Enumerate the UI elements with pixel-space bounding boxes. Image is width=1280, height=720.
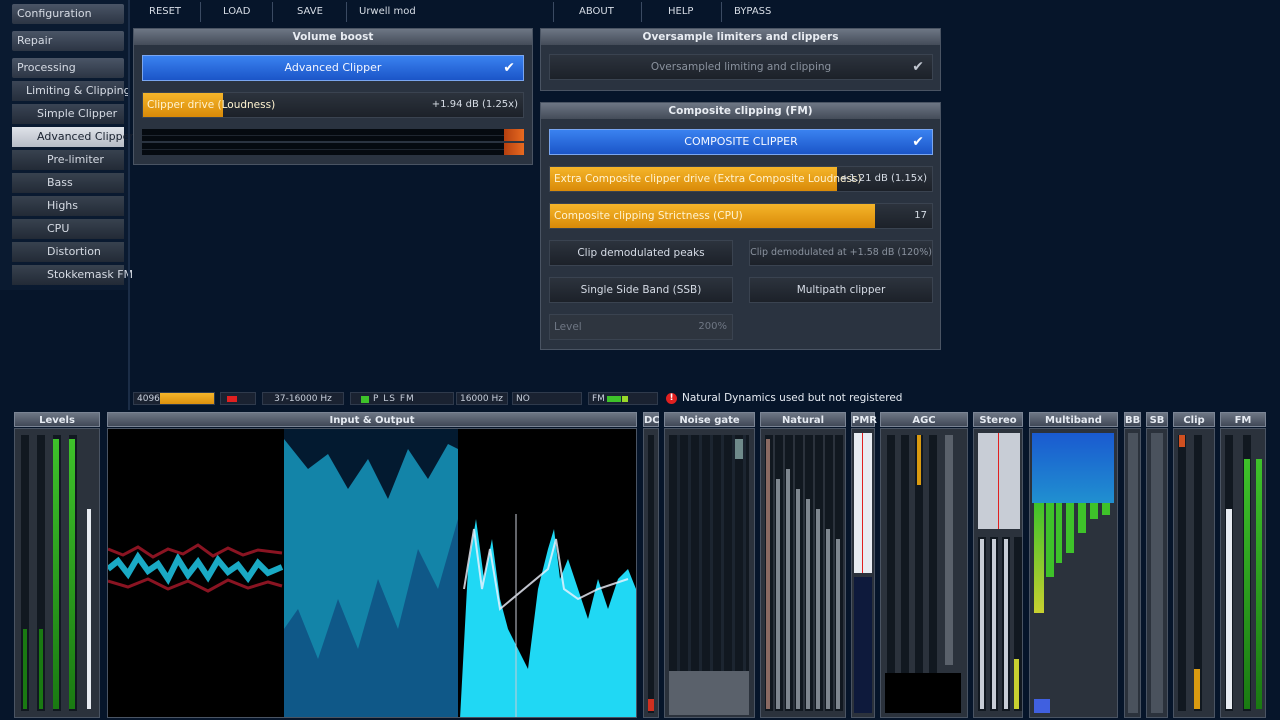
fm-label: FM bbox=[592, 394, 605, 404]
checkmark-icon: ✔ bbox=[912, 59, 924, 75]
noise-gate-title: Noise gate bbox=[664, 412, 755, 427]
multipath-clipper-button[interactable]: Multipath clipper bbox=[749, 277, 933, 303]
composite-clipping-title: Composite clipping (FM) bbox=[541, 103, 940, 119]
natural-meter bbox=[760, 428, 846, 718]
clip-demodulated-at-button[interactable]: Clip demodulated at +1.58 dB (120%) bbox=[749, 240, 933, 266]
multiband-meter-title: Multiband bbox=[1029, 412, 1118, 427]
clipper-drive-label: Clipper drive (Loudness) bbox=[147, 99, 276, 111]
composite-strictness-label: Composite clipping Strictness (CPU) bbox=[554, 210, 743, 222]
sidebar-item-configuration[interactable]: Configuration bbox=[12, 4, 124, 24]
toolbar-divider bbox=[346, 2, 347, 22]
io-visualizer bbox=[108, 429, 636, 717]
extra-composite-drive-label: Extra Composite clipper drive (Extra Com… bbox=[554, 173, 862, 185]
stereo-meter-title: Stereo bbox=[973, 412, 1023, 427]
composite-strictness-slider[interactable]: Composite clipping Strictness (CPU) 17 bbox=[549, 203, 933, 229]
pmr-meter-title: PMR bbox=[851, 412, 877, 427]
sidebar-item-limiting-clipping[interactable]: Limiting & Clipping bbox=[12, 81, 131, 101]
buffer-indicator: 4096 bbox=[133, 392, 215, 405]
composite-strictness-value: 17 bbox=[914, 210, 927, 221]
toolbar-divider bbox=[641, 2, 642, 22]
clip-meter bbox=[1173, 428, 1215, 718]
sidebar-item-processing[interactable]: Processing bbox=[12, 58, 124, 78]
sidebar-item-bass[interactable]: Bass bbox=[12, 173, 124, 193]
agc-meter bbox=[880, 428, 968, 718]
help-button[interactable]: HELP bbox=[668, 4, 693, 20]
levels-meter bbox=[14, 428, 100, 718]
noise-gate-meter bbox=[664, 428, 755, 718]
level-slider[interactable]: Level 200% bbox=[549, 314, 733, 340]
bandwidth-display: 37-16000 Hz bbox=[262, 392, 344, 405]
composite-clipper-toggle[interactable]: COMPOSITE CLIPPER ✔ bbox=[549, 129, 933, 155]
clipper-drive-slider[interactable]: Clipper drive (Loudness) +1.94 dB (1.25x… bbox=[142, 92, 524, 118]
load-button[interactable]: LOAD bbox=[223, 4, 250, 20]
bb-meter-title: BB bbox=[1124, 412, 1141, 427]
sidebar-item-distortion[interactable]: Distortion bbox=[12, 242, 124, 262]
extra-composite-drive-slider[interactable]: Extra Composite clipper drive (Extra Com… bbox=[549, 166, 933, 192]
agc-meter-title: AGC bbox=[880, 412, 968, 427]
buffer-size: 4096 bbox=[137, 394, 160, 404]
multiband-meter bbox=[1029, 428, 1118, 718]
stereo-meter bbox=[973, 428, 1023, 718]
natural-meter-title: Natural bbox=[760, 412, 846, 427]
sidebar: Configuration Repair Processing Limiting… bbox=[0, 0, 134, 290]
clip-meter-title: Clip bbox=[1173, 412, 1215, 427]
dc-meter-title: DC bbox=[643, 412, 660, 427]
sidebar-divider bbox=[128, 0, 130, 410]
single-side-band-button[interactable]: Single Side Band (SSB) bbox=[549, 277, 733, 303]
composite-clipper-label: COMPOSITE CLIPPER bbox=[684, 135, 798, 148]
volume-boost-panel: Volume boost Advanced Clipper ✔ Clipper … bbox=[133, 28, 533, 165]
toolbar-divider bbox=[721, 2, 722, 22]
sidebar-item-highs[interactable]: Highs bbox=[12, 196, 124, 216]
reset-button[interactable]: RESET bbox=[149, 4, 181, 20]
sidebar-item-advanced-clipper[interactable]: Advanced Clipper bbox=[12, 127, 134, 147]
mode-flags: P LS FM bbox=[373, 394, 415, 404]
checkmark-icon: ✔ bbox=[503, 60, 515, 76]
toolbar-divider bbox=[200, 2, 201, 22]
toolbar-divider bbox=[272, 2, 273, 22]
pmr-meter bbox=[851, 428, 875, 718]
registration-warning: Natural Dynamics used but not registered bbox=[682, 392, 903, 404]
dc-meter bbox=[643, 428, 659, 718]
composite-clipping-panel: Composite clipping (FM) COMPOSITE CLIPPE… bbox=[540, 102, 941, 350]
clipper-drive-value: +1.94 dB (1.25x) bbox=[431, 99, 518, 110]
oversampled-limiting-toggle[interactable]: Oversampled limiting and clipping ✔ bbox=[549, 54, 933, 80]
fm-meter bbox=[1220, 428, 1266, 718]
bb-meter bbox=[1124, 428, 1141, 718]
advanced-clipper-toggle[interactable]: Advanced Clipper ✔ bbox=[142, 55, 524, 81]
cpu-indicator bbox=[220, 392, 256, 405]
sb-meter bbox=[1146, 428, 1168, 718]
input-output-title: Input & Output bbox=[107, 412, 637, 427]
toolbar-divider bbox=[553, 2, 554, 22]
clip-meter-left bbox=[142, 129, 524, 141]
preset-name-button[interactable]: Urwell mod bbox=[359, 4, 416, 20]
save-button[interactable]: SAVE bbox=[297, 4, 323, 20]
level-label: Level bbox=[554, 321, 582, 333]
clip-demodulated-peaks-button[interactable]: Clip demodulated peaks bbox=[549, 240, 733, 266]
oversample-title: Oversample limiters and clippers bbox=[541, 29, 940, 45]
levels-meter-title: Levels bbox=[14, 412, 100, 427]
about-button[interactable]: ABOUT bbox=[579, 4, 614, 20]
clip-meter-right bbox=[142, 143, 524, 155]
advanced-clipper-label: Advanced Clipper bbox=[284, 61, 382, 74]
input-output-display bbox=[107, 428, 637, 718]
lowpass-display: 16000 Hz bbox=[456, 392, 508, 405]
extra-composite-drive-value: +1.21 dB (1.15x) bbox=[840, 173, 927, 184]
bypass-button[interactable]: BYPASS bbox=[734, 4, 771, 20]
checkmark-icon: ✔ bbox=[912, 134, 924, 150]
oversampled-limiting-label: Oversampled limiting and clipping bbox=[650, 61, 832, 73]
sidebar-item-simple-clipper[interactable]: Simple Clipper bbox=[12, 104, 124, 124]
warning-icon: ! bbox=[666, 393, 677, 404]
mode-display: P LS FM bbox=[350, 392, 454, 405]
sidebar-item-stokkemask-fm[interactable]: Stokkemask FM bbox=[12, 265, 133, 285]
volume-boost-title: Volume boost bbox=[134, 29, 532, 45]
sidebar-item-repair[interactable]: Repair bbox=[12, 31, 124, 51]
sidebar-item-pre-limiter[interactable]: Pre-limiter bbox=[12, 150, 124, 170]
fm-meter-title: FM bbox=[1220, 412, 1266, 427]
fm-indicator: FM bbox=[588, 392, 658, 405]
no-display: NO bbox=[512, 392, 582, 405]
oversample-panel: Oversample limiters and clippers Oversam… bbox=[540, 28, 941, 91]
level-value: 200% bbox=[698, 321, 727, 332]
sidebar-item-cpu[interactable]: CPU bbox=[12, 219, 124, 239]
sb-meter-title: SB bbox=[1146, 412, 1168, 427]
